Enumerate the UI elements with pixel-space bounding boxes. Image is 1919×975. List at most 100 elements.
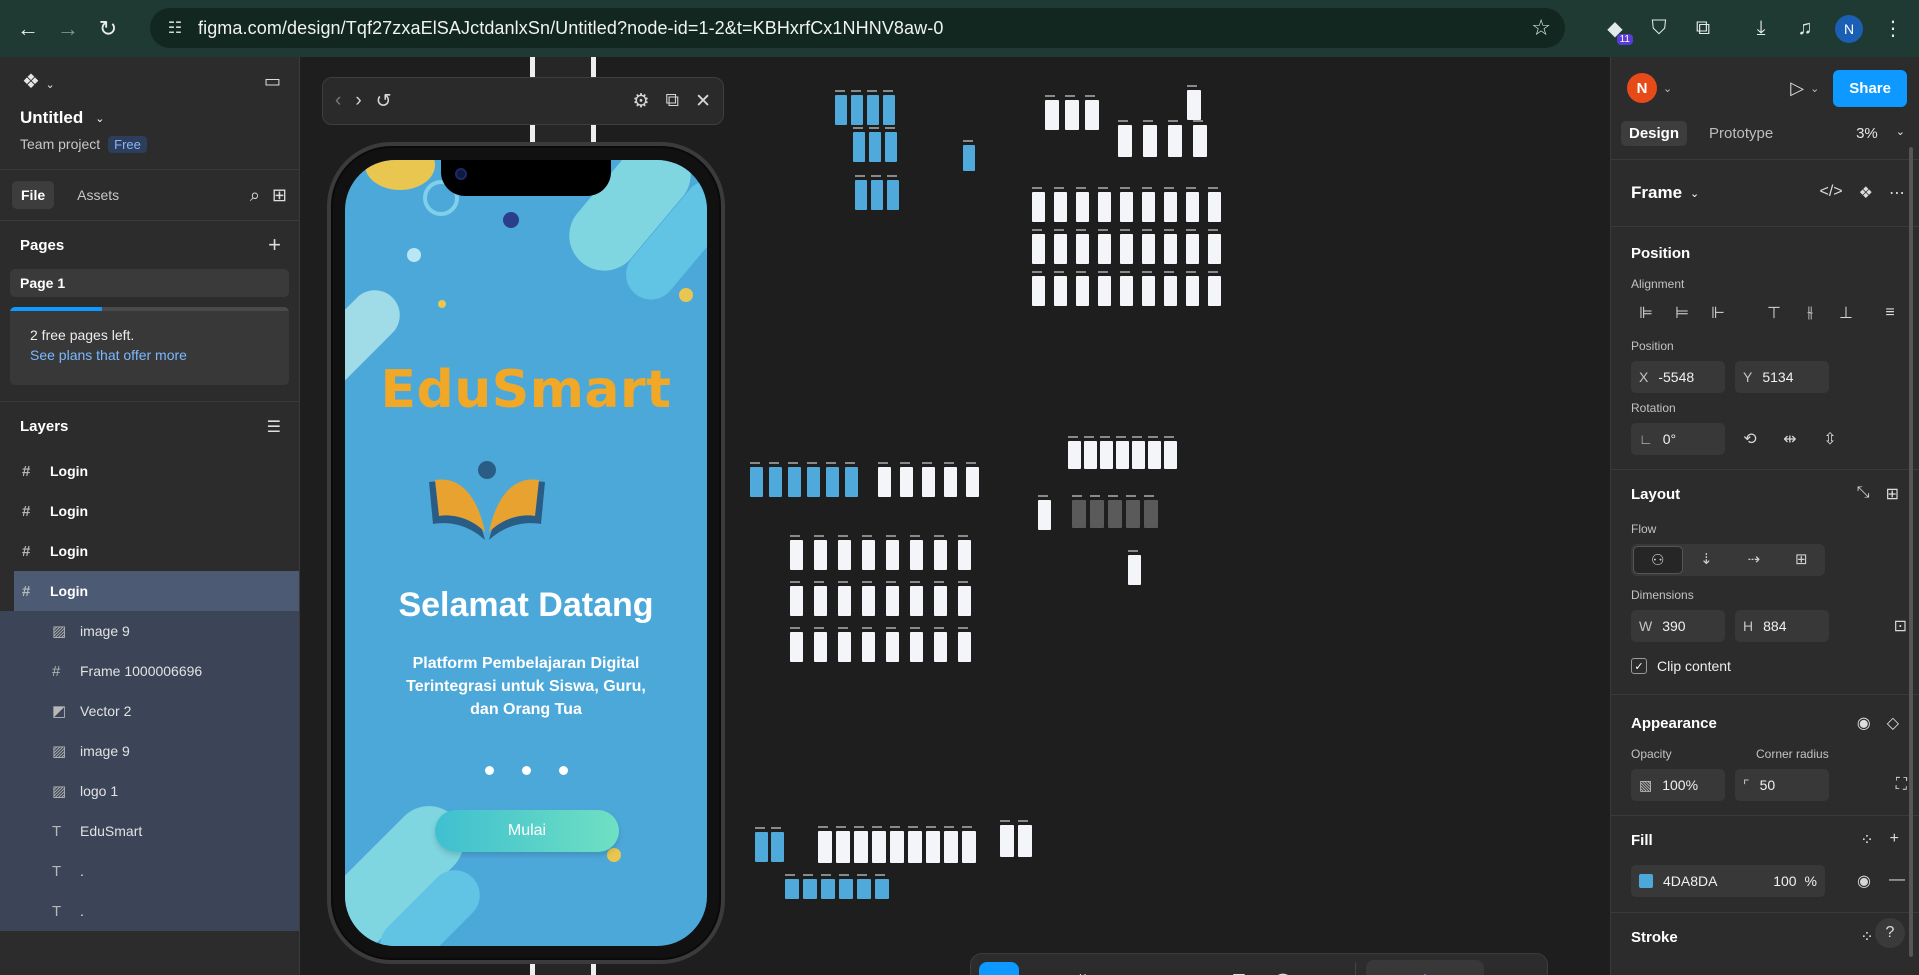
canvas-frame-thumbnail[interactable] [1054,276,1067,306]
canvas-frame-thumbnail[interactable] [1193,125,1207,157]
tab-design[interactable]: Design [1621,120,1688,146]
clip-content-checkbox[interactable]: ✓ [1631,658,1647,674]
canvas-frame-thumbnail[interactable] [755,832,768,862]
canvas-frame-thumbnail[interactable] [838,540,851,570]
library-icon[interactable]: ⊞ [272,185,287,206]
fill-swatch[interactable] [1639,874,1653,888]
independent-corners-icon[interactable]: ⛶ [1896,776,1907,794]
profile-button[interactable]: N [1827,7,1871,51]
canvas-frame-thumbnail[interactable] [807,467,820,497]
actions-tool-icon[interactable]: ⁘ [1309,962,1345,975]
canvas-frame-thumbnail[interactable] [1120,192,1133,222]
canvas-frame-thumbnail[interactable] [962,831,976,863]
canvas-frame-thumbnail[interactable] [769,467,782,497]
canvas-frame-thumbnail[interactable] [1098,234,1111,264]
dev-mode-icon[interactable]: </> [1448,962,1478,975]
canvas-frame-thumbnail[interactable] [1144,500,1158,528]
canvas-frame-thumbnail[interactable] [1186,192,1199,222]
canvas-frame-thumbnail[interactable] [958,586,971,616]
remove-fill-icon[interactable]: — [1889,871,1905,891]
canvas-frame-thumbnail[interactable] [958,632,971,662]
canvas-frame-thumbnail[interactable] [1085,100,1099,130]
canvas-frame-thumbnail[interactable] [851,95,863,125]
login-screen[interactable]: EduSmart Selamat Datang Platform Pembela… [345,160,707,946]
canvas-frame-thumbnail[interactable] [886,632,899,662]
selection-type[interactable]: Frame [1631,183,1682,203]
extension-icon[interactable]: ◆ 11 [1593,7,1637,51]
canvas-frame-thumbnail[interactable] [922,467,935,497]
address-bar[interactable]: ☷ figma.com/design/Tqf27zxaElSAJctdanlxS… [150,8,1565,48]
zoom-level[interactable]: 3% [1856,125,1878,142]
canvas-frame-thumbnail[interactable] [872,831,886,863]
collapse-layers-icon[interactable]: ☰ [267,417,281,437]
layer-item[interactable]: ▨ image 9 [0,731,299,771]
canvas-frame-thumbnail[interactable] [1143,125,1157,157]
layer-item[interactable]: # Login [0,531,299,571]
site-settings-icon[interactable]: ☷ [156,9,194,47]
canvas-frame-thumbnail[interactable] [1054,234,1067,264]
move-tool-icon[interactable]: ➤ [979,962,1019,975]
canvas-frame-thumbnail[interactable] [790,540,803,570]
canvas-frame-thumbnail[interactable] [958,540,971,570]
canvas-frame-thumbnail[interactable] [926,831,940,863]
canvas-frame-thumbnail[interactable] [1142,276,1155,306]
canvas-frame-thumbnail[interactable] [1054,192,1067,222]
more-options-icon[interactable]: ⋯ [1889,183,1905,203]
canvas-frame-thumbnail[interactable] [1068,441,1081,469]
canvas-frame-thumbnail[interactable] [803,879,817,899]
canvas-frame-thumbnail[interactable] [910,540,923,570]
canvas-frame-thumbnail[interactable] [1065,100,1079,130]
canvas-frame-thumbnail[interactable] [890,831,904,863]
text-tool-icon[interactable]: T [1221,962,1257,975]
canvas-frame-thumbnail[interactable] [1186,234,1199,264]
canvas-frame-thumbnail[interactable] [1148,441,1161,469]
canvas-frame-thumbnail[interactable] [1045,100,1059,130]
canvas-frame-thumbnail[interactable] [1126,500,1140,528]
canvas-frame-thumbnail[interactable] [1142,234,1155,264]
canvas-frame-thumbnail[interactable] [883,95,895,125]
canvas-frame-thumbnail[interactable] [944,467,957,497]
canvas-frame-thumbnail[interactable] [963,145,975,171]
draw-mode-icon[interactable]: ✎ [1372,962,1402,975]
add-fill-icon[interactable]: + [1890,830,1899,850]
visibility-eye-icon[interactable]: ◉ [1857,713,1871,733]
canvas-frame-thumbnail[interactable] [862,632,875,662]
height-field[interactable]: H 884 [1735,610,1829,642]
canvas-frame-thumbnail[interactable] [908,831,922,863]
canvas-frame-thumbnail[interactable] [814,586,827,616]
bookmark-star-icon[interactable]: ☆ [1531,15,1551,41]
canvas-frame-thumbnail[interactable] [867,95,879,125]
layer-item[interactable]: ◩ Vector 2 [0,691,299,731]
canvas-frame-thumbnail[interactable] [875,879,889,899]
canvas-frame-thumbnail[interactable] [1076,192,1089,222]
canvas-frame-thumbnail[interactable] [1208,192,1221,222]
start-button[interactable]: Mulai [435,810,619,852]
canvas-frame-thumbnail[interactable] [886,540,899,570]
collapse-icon[interactable]: ⤡ [1857,484,1870,504]
width-field[interactable]: W 390 [1631,610,1725,642]
rotation-field[interactable]: ∟ 0° [1631,423,1725,455]
flow-horizontal-icon[interactable]: ⇢ [1730,546,1778,574]
canvas-frame-thumbnail[interactable] [934,586,947,616]
canvas-frame-thumbnail[interactable] [887,180,899,210]
carousel-dot[interactable] [558,766,568,775]
canvas-frame-thumbnail[interactable] [1090,500,1104,528]
y-field[interactable]: Y 5134 [1735,361,1829,393]
canvas-frame-thumbnail[interactable] [1032,234,1045,264]
layout-grid-icon[interactable]: ⊞ [1886,484,1899,504]
canvas-frame-thumbnail[interactable] [838,632,851,662]
layer-item[interactable]: # Login [0,451,299,491]
align-left-icon[interactable]: ⊫ [1631,303,1661,323]
properties-scrollbar[interactable] [1909,147,1913,957]
preview-settings-icon[interactable]: ⚙ [632,90,649,113]
canvas-frame-thumbnail[interactable] [1142,192,1155,222]
frame-tool-icon[interactable]: #⌄ [1071,962,1107,975]
carousel-dot[interactable] [521,766,531,775]
stroke-styles-icon[interactable]: ⁘ [1860,927,1873,947]
layer-item[interactable]: # Login [0,491,299,531]
canvas-frame-thumbnail[interactable] [1164,276,1177,306]
canvas-frame-thumbnail[interactable] [1120,234,1133,264]
canvas-frame-thumbnail[interactable] [1100,441,1113,469]
canvas-frame-thumbnail[interactable] [900,467,913,497]
layer-item[interactable]: T. [0,851,299,891]
